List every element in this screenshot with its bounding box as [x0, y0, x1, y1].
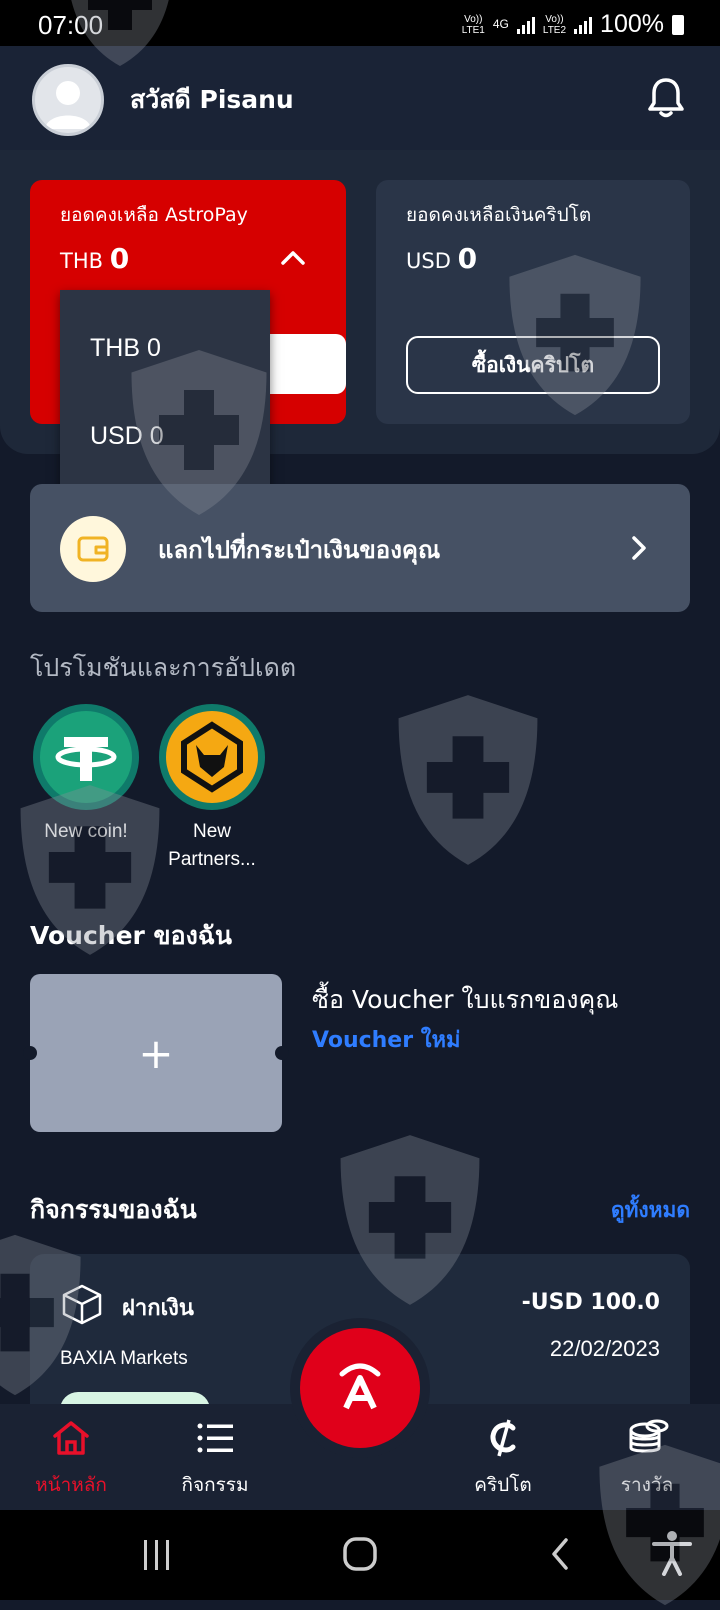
nav-item-rewards[interactable]: รางวัล: [592, 1418, 702, 1500]
promo-item-new-partners[interactable]: New Partners...: [156, 704, 268, 874]
wallet-transfer-row[interactable]: แลกไปที่กระเป๋าเงินของคุณ: [30, 484, 690, 612]
promotions-title: โปรโมชันและการอัปเดต: [30, 653, 297, 682]
crypto-icon: [483, 1418, 523, 1458]
buy-crypto-button[interactable]: ซื้อเงินคริปโต: [406, 336, 660, 394]
battery-icon: [672, 14, 684, 35]
activity-title: กิจกรรมของฉัน: [30, 1195, 197, 1224]
nav-label: รางวัล: [620, 1474, 674, 1496]
currency-dropdown: THB 0 USD 0: [60, 290, 270, 500]
bell-icon[interactable]: [648, 76, 684, 118]
astropay-balance-label: ยอดคงเหลือ AstroPay: [60, 204, 248, 226]
dropdown-option-usd[interactable]: USD 0: [90, 422, 164, 451]
recent-apps-icon[interactable]: [140, 1538, 174, 1576]
nav-label: กิจกรรม: [181, 1474, 249, 1496]
astropay-logo-icon: [339, 1363, 381, 1410]
nav-label: หน้าหลัก: [35, 1474, 107, 1496]
activity-type: ฝากเงิน: [122, 1296, 194, 1321]
list-icon: [195, 1418, 235, 1458]
see-all-link[interactable]: ดูทั้งหมด: [611, 1194, 690, 1227]
activity-amount: -USD 100.0: [521, 1290, 660, 1315]
system-nav-bar: [0, 1510, 720, 1600]
chevron-right-icon: [632, 536, 646, 560]
status-bar: 07:00 Vo)) LTE1 4G Vo)) LTE2 100%: [0, 0, 720, 46]
coins-icon: [627, 1418, 669, 1458]
nav-item-home[interactable]: หน้าหลัก: [16, 1418, 126, 1500]
add-voucher-card[interactable]: +: [23, 974, 289, 1132]
network-type: 4G: [492, 17, 509, 31]
crypto-balance-card: ยอดคงเหลือเงินคริปโต USD 0 ซื้อเงินคริปโ…: [376, 180, 690, 424]
tether-icon: [33, 704, 139, 810]
status-time: 07:00: [38, 10, 104, 40]
battery-percent: 100%: [600, 10, 664, 38]
astropay-balance-amount: THB 0: [60, 242, 130, 275]
nav-item-crypto[interactable]: คริปโต: [448, 1418, 558, 1500]
signal-icon: [516, 16, 535, 34]
astropay-logo-button[interactable]: [300, 1328, 420, 1448]
wallet-icon: [60, 516, 126, 582]
dropdown-option-thb[interactable]: THB 0: [90, 334, 161, 363]
accessibility-icon[interactable]: [650, 1528, 694, 1580]
status-icons: Vo)) LTE1 4G Vo)) LTE2 100%: [462, 10, 684, 39]
promo-label: New coin!: [44, 821, 128, 842]
promo-label: New Partners...: [168, 821, 256, 870]
wallet-transfer-label: แลกไปที่กระเป๋าเงินของคุณ: [158, 536, 441, 564]
voucher-empty-title: ซื้อ Voucher ใบแรกของคุณ: [312, 985, 619, 1014]
back-icon[interactable]: [548, 1536, 572, 1576]
wolves-icon: [159, 704, 265, 810]
nav-item-activity[interactable]: กิจกรรม: [160, 1418, 270, 1500]
crypto-balance-amount: USD 0: [406, 242, 478, 275]
new-voucher-link[interactable]: Voucher ใหม่: [312, 1022, 460, 1057]
nav-label: คริปโต: [474, 1474, 532, 1496]
activity-merchant: BAXIA Markets: [60, 1348, 188, 1369]
sim1-label: Vo)) LTE1: [461, 13, 485, 36]
crypto-balance-label: ยอดคงเหลือเงินคริปโต: [406, 204, 592, 226]
vouchers-title: Voucher ของฉัน: [30, 921, 232, 950]
shield-watermark-icon: [398, 695, 538, 865]
home-button-icon[interactable]: [342, 1536, 378, 1576]
signal2-icon: [574, 16, 593, 34]
plus-icon: +: [138, 1028, 174, 1078]
promo-item-new-coin[interactable]: New coin!: [30, 704, 142, 846]
box-icon: [60, 1282, 104, 1326]
greeting-text: สวัสดี Pisanu: [130, 85, 294, 114]
sim2-label: Vo)) LTE2: [542, 13, 567, 36]
app-header: สวัสดี Pisanu: [0, 46, 720, 150]
user-avatar-icon[interactable]: [32, 64, 104, 136]
chevron-up-icon[interactable]: [280, 250, 306, 266]
activity-date: 22/02/2023: [549, 1336, 660, 1361]
home-icon: [51, 1418, 91, 1458]
